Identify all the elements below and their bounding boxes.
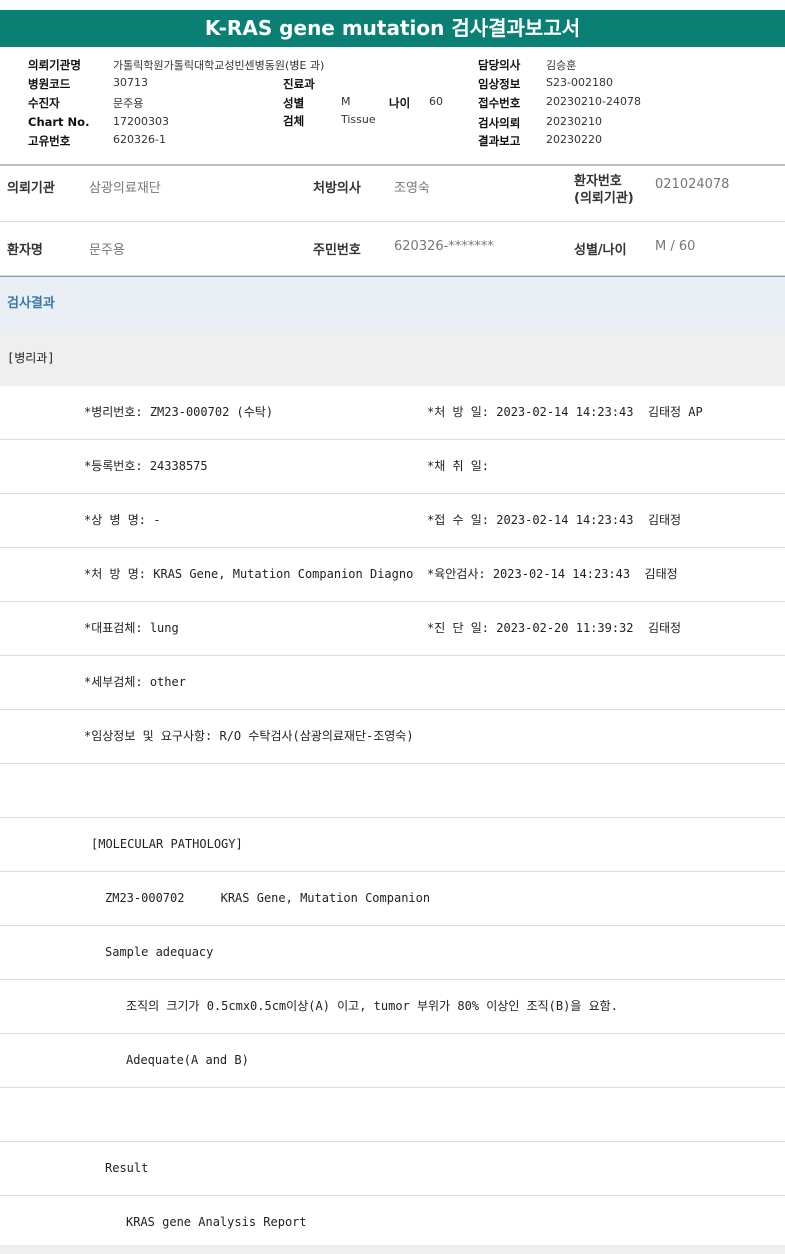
- blank-row: [0, 764, 785, 818]
- rrn-label: 주민번호: [313, 243, 361, 258]
- case-line: ZM23-000702 KRAS Gene, Mutation Companio…: [105, 891, 431, 905]
- sex-age-value: M / 60: [655, 239, 696, 254]
- org-value: 가톨릭학원가톨릭대학교성빈센병동원(병E 과): [113, 59, 325, 72]
- adequacy-criteria: 조직의 크기가 0.5cmx0.5cm이상(A) 이고, tumor 부위가 8…: [126, 999, 618, 1013]
- result-row: *병리번호: ZM23-000702 (수탁) *처 방 일: 2023-02-…: [0, 386, 785, 440]
- department-label: [병리과]: [0, 332, 785, 386]
- patient-no-label-line2: (의뢰기관): [574, 191, 634, 206]
- unique-label: 고유번호: [28, 134, 71, 148]
- result-row-left: *처 방 명: KRAS Gene, Mutation Companion Di…: [84, 567, 414, 581]
- result-row-right: *접 수 일: 2023-02-14 14:23:43 김태정: [427, 513, 682, 527]
- result-row: *세부검체: other: [0, 656, 785, 710]
- doctor-label: 담당의사: [478, 58, 521, 72]
- specimen-label: 검체: [283, 114, 305, 128]
- age-label: 나이: [389, 96, 411, 110]
- prescriber-label: 처방의사: [313, 181, 361, 196]
- result-row-right: *육안검사: 2023-02-14 14:23:43 김태정: [427, 567, 678, 581]
- receiver-label: 수진자: [28, 96, 60, 110]
- result-row-left: *등록번호: 24338575: [84, 459, 208, 473]
- result-row: *임상정보 및 요구사항: R/O 수탁검사(삼광의료재단-조영숙): [0, 710, 785, 764]
- prescriber-value: 조영숙: [394, 181, 430, 196]
- chart-value: 17200303: [113, 115, 169, 128]
- result-row-left: *대표검체: lung: [84, 621, 179, 635]
- institution-label: 의뢰기관: [7, 181, 55, 196]
- result-date-value: 20230220: [546, 133, 602, 146]
- chart-label: Chart No.: [28, 115, 90, 129]
- patient-info-row-2: 환자명 문주용 주민번호 620326-******* 성별/나이 M / 60: [0, 222, 785, 276]
- adequacy-criteria-row: 조직의 크기가 0.5cmx0.5cm이상(A) 이고, tumor 부위가 8…: [0, 980, 785, 1034]
- report-title: K-RAS gene mutation 검사결과보고서: [0, 10, 785, 47]
- result-row-right: *채 취 일:: [427, 459, 490, 473]
- patient-no-value: 021024078: [655, 177, 730, 192]
- sex-label: 성별: [283, 96, 305, 110]
- result-title-row: Result: [0, 1142, 785, 1196]
- clinical-value: S23-002180: [546, 76, 613, 89]
- adequacy-title-row: Sample adequacy: [0, 926, 785, 980]
- adequacy-result-row: Adequate(A and B): [0, 1034, 785, 1088]
- request-value: 20230210: [546, 115, 602, 128]
- result-row: *대표검체: lung *진 단 일: 2023-02-20 11:39:32 …: [0, 602, 785, 656]
- request-label: 검사의뢰: [478, 116, 521, 130]
- adequacy-result: Adequate(A and B): [126, 1053, 249, 1067]
- age-value: 60: [429, 95, 443, 108]
- sex-age-label: 성별/나이: [574, 243, 627, 258]
- blank-row: [0, 1088, 785, 1142]
- case-row: ZM23-000702 KRAS Gene, Mutation Companio…: [0, 872, 785, 926]
- specimen-value: Tissue: [341, 113, 376, 126]
- patient-name-value: 문주용: [89, 243, 125, 258]
- org-label: 의뢰기관명: [28, 58, 81, 72]
- bottom-strip: [0, 1245, 785, 1254]
- report-header: 의뢰기관명 가톨릭학원가톨릭대학교성빈센병동원(병E 과) 담당의사 김승훈 병…: [0, 47, 785, 165]
- adequacy-title: Sample adequacy: [105, 945, 214, 959]
- molecular-header: [MOLECULAR PATHOLOGY]: [91, 837, 243, 851]
- result-row-right: *진 단 일: 2023-02-20 11:39:32 김태정: [427, 621, 682, 635]
- result-row: *등록번호: 24338575 *채 취 일:: [0, 440, 785, 494]
- result-row: *처 방 명: KRAS Gene, Mutation Companion Di…: [0, 548, 785, 602]
- result-title: Result: [105, 1161, 149, 1175]
- accession-value: 20230210-24078: [546, 95, 641, 108]
- doctor-value: 김승훈: [546, 59, 577, 72]
- result-row: *상 병 명: - *접 수 일: 2023-02-14 14:23:43 김태…: [0, 494, 785, 548]
- rrn-value: 620326-*******: [394, 239, 494, 254]
- patient-info-row-1: 의뢰기관 삼광의료재단 처방의사 조영숙 환자번호 (의뢰기관) 0210240…: [0, 166, 785, 222]
- result-row-left: *병리번호: ZM23-000702 (수탁): [84, 405, 274, 419]
- result-row-left: *임상정보 및 요구사항: R/O 수탁검사(삼광의료재단-조영숙): [84, 729, 414, 743]
- result-date-label: 결과보고: [478, 134, 521, 148]
- section-title: 검사결과: [0, 276, 785, 332]
- result-subtitle-row: KRAS gene Analysis Report: [0, 1196, 785, 1245]
- hospital-code-value: 30713: [113, 76, 148, 89]
- molecular-header-row: [MOLECULAR PATHOLOGY]: [0, 818, 785, 872]
- receiver-value: 문주용: [113, 97, 144, 110]
- accession-label: 접수번호: [478, 96, 521, 110]
- unique-value: 620326-1: [113, 133, 166, 146]
- patient-name-label: 환자명: [7, 243, 43, 258]
- result-subtitle: KRAS gene Analysis Report: [126, 1215, 307, 1229]
- sex-value: M: [341, 95, 351, 108]
- clinical-label: 임상정보: [478, 77, 521, 91]
- result-row-right: *처 방 일: 2023-02-14 14:23:43 김태정 AP: [427, 405, 703, 419]
- hospital-code-label: 병원코드: [28, 77, 71, 91]
- result-row-left: *상 병 명: -: [84, 513, 161, 527]
- dept-label: 진료과: [283, 77, 315, 91]
- result-row-left: *세부검체: other: [84, 675, 186, 689]
- institution-value: 삼광의료재단: [89, 181, 161, 196]
